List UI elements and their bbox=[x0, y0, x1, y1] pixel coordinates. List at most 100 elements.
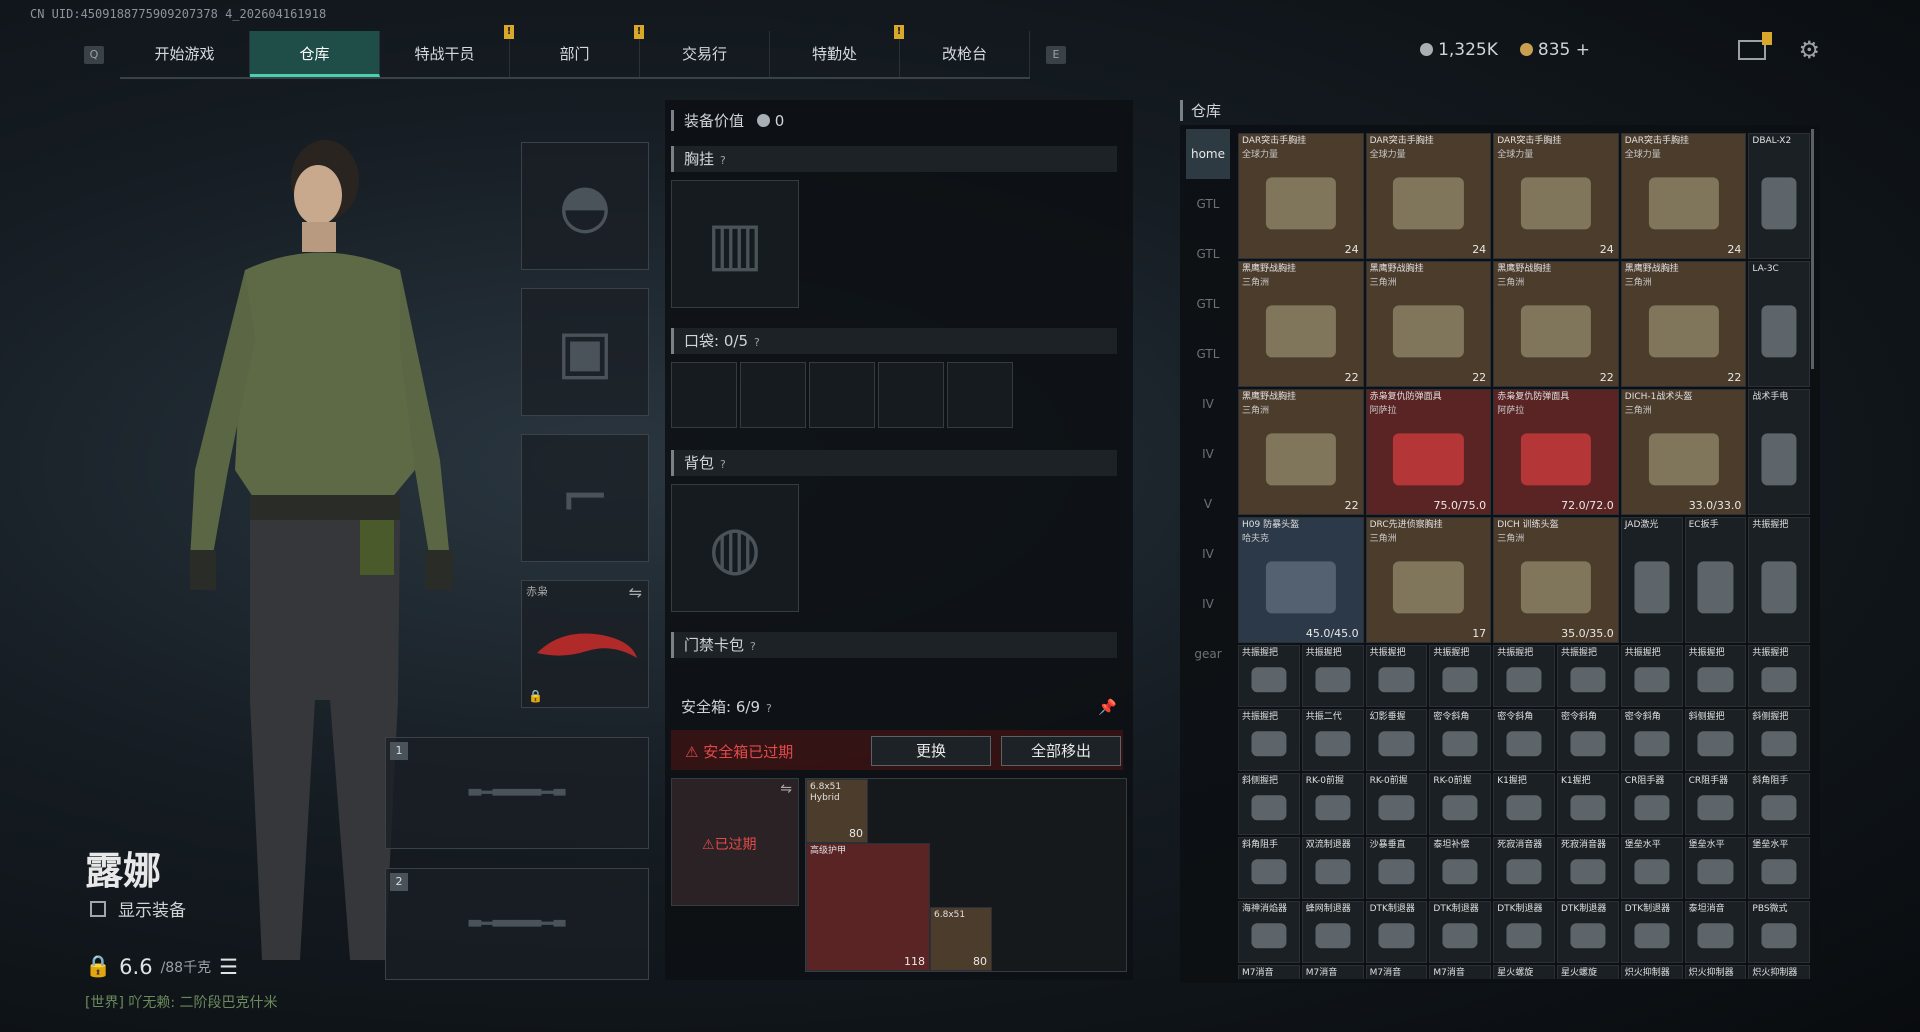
swap-icon[interactable]: ⇋ bbox=[780, 781, 792, 797]
warehouse-item[interactable]: 共振握把 bbox=[1620, 645, 1683, 707]
warehouse-item[interactable]: RK-0前握 bbox=[1429, 773, 1492, 835]
warehouse-item[interactable]: RK-0前握 bbox=[1365, 773, 1428, 835]
backpack-slot[interactable]: ◍ bbox=[671, 484, 799, 612]
pocket-slot[interactable] bbox=[740, 362, 806, 428]
remove-all-button[interactable]: 全部移出 bbox=[1001, 736, 1121, 766]
warehouse-tab-3[interactable]: GTL bbox=[1186, 279, 1230, 329]
swap-icon[interactable]: ⇋ bbox=[629, 583, 642, 602]
warehouse-item[interactable]: CR阻手器 bbox=[1620, 773, 1683, 835]
safe-box-slot[interactable]: ⚠已过期 ⇋ bbox=[671, 778, 799, 906]
replace-button[interactable]: 更换 bbox=[871, 736, 991, 766]
gear-icon[interactable]: ⚙ bbox=[1798, 36, 1820, 64]
warehouse-item[interactable]: 斜角阻手 bbox=[1748, 773, 1811, 835]
warehouse-item[interactable]: DAR突击手胸挂 全球力量 24 bbox=[1365, 133, 1492, 259]
warehouse-item[interactable]: 共振握把 bbox=[1301, 645, 1364, 707]
warehouse-item[interactable]: 死寂消音器 bbox=[1557, 837, 1619, 899]
warehouse-item[interactable]: RK-0前握 bbox=[1301, 773, 1364, 835]
warehouse-item[interactable]: 泰坦补偿 bbox=[1429, 837, 1492, 899]
warehouse-item[interactable]: 斜侧握把 bbox=[1684, 709, 1747, 771]
warehouse-tab-10[interactable]: gear bbox=[1186, 629, 1230, 679]
warehouse-item[interactable]: K1握把 bbox=[1493, 773, 1555, 835]
warehouse-item[interactable]: DBAL-X2 bbox=[1748, 133, 1811, 259]
warehouse-item[interactable]: 双流制退器 bbox=[1301, 837, 1364, 899]
warehouse-item[interactable]: 星火螺旋 bbox=[1557, 965, 1619, 979]
melee-slot[interactable]: 赤枭 ⇋ 🔒 bbox=[521, 580, 649, 708]
warehouse-item[interactable]: 幻影垂握 bbox=[1365, 709, 1428, 771]
warehouse-item[interactable]: 共振握把 bbox=[1748, 517, 1811, 643]
next-tab-key[interactable]: E bbox=[1046, 46, 1066, 64]
warehouse-item[interactable]: 共振握把 bbox=[1493, 645, 1555, 707]
warehouse-item[interactable]: 海神消焰器 bbox=[1238, 901, 1300, 963]
warehouse-item[interactable]: 炽火抑制器 bbox=[1620, 965, 1683, 979]
warehouse-tab-8[interactable]: IV bbox=[1186, 529, 1230, 579]
warehouse-tab-1[interactable]: GTL bbox=[1186, 179, 1230, 229]
warehouse-item[interactable]: DAR突击手胸挂 全球力量 24 bbox=[1620, 133, 1747, 259]
warehouse-tab-7[interactable]: V bbox=[1186, 479, 1230, 529]
pocket-slot[interactable] bbox=[947, 362, 1013, 428]
tab-special-ops[interactable]: 特勤处! bbox=[770, 25, 904, 77]
warehouse-item[interactable]: K1握把 bbox=[1557, 773, 1619, 835]
warehouse-tab-6[interactable]: IV bbox=[1186, 429, 1230, 479]
armor-slot[interactable]: ▣ bbox=[521, 288, 649, 416]
warehouse-item[interactable]: 泰坦消音 bbox=[1684, 901, 1747, 963]
warehouse-item[interactable]: DICH-1战术头盔 三角洲 33.0/33.0 bbox=[1620, 389, 1747, 515]
warehouse-item[interactable]: M7消音 bbox=[1301, 965, 1364, 979]
warehouse-item[interactable]: DTK制退器 bbox=[1620, 901, 1683, 963]
tab-gunsmith[interactable]: 改枪台 bbox=[900, 31, 1030, 77]
warehouse-item[interactable]: 蜂网制退器 bbox=[1301, 901, 1364, 963]
pistol-slot[interactable]: ⌐ bbox=[521, 434, 649, 562]
warehouse-item[interactable]: 斜侧握把 bbox=[1748, 709, 1811, 771]
warehouse-item[interactable]: 战术手电 bbox=[1748, 389, 1811, 515]
warehouse-item[interactable]: DTK制退器 bbox=[1557, 901, 1619, 963]
warehouse-item[interactable]: 密令斜角 bbox=[1557, 709, 1619, 771]
warehouse-item[interactable]: 共振握把 bbox=[1429, 645, 1492, 707]
pin-icon[interactable]: 📌 bbox=[1098, 692, 1117, 722]
warehouse-item[interactable]: 共振握把 bbox=[1557, 645, 1619, 707]
tab-warehouse[interactable]: 仓库 bbox=[250, 31, 380, 77]
helmet-slot[interactable]: ◓ bbox=[521, 142, 649, 270]
show-equipment-checkbox[interactable] bbox=[90, 900, 106, 917]
warehouse-item[interactable]: LA-3C bbox=[1748, 261, 1811, 387]
warehouse-scrollbar[interactable] bbox=[1811, 129, 1814, 369]
warehouse-tab-4[interactable]: GTL bbox=[1186, 329, 1230, 379]
warehouse-item[interactable]: JAD激光 bbox=[1620, 517, 1683, 643]
warehouse-item[interactable]: 密令斜角 bbox=[1429, 709, 1492, 771]
warehouse-tab-2[interactable]: GTL bbox=[1186, 229, 1230, 279]
tab-start-game[interactable]: 开始游戏 bbox=[120, 31, 250, 77]
warehouse-item[interactable]: M7消音 bbox=[1238, 965, 1300, 979]
warehouse-item[interactable]: 共振二代 bbox=[1301, 709, 1364, 771]
warehouse-item[interactable]: H09 防暴头盔 哈夫克 45.0/45.0 bbox=[1238, 517, 1364, 643]
warehouse-item[interactable]: 黑鹰野战胸挂 三角洲 22 bbox=[1238, 261, 1364, 387]
warehouse-item[interactable]: EC扳手 bbox=[1684, 517, 1747, 643]
warehouse-item[interactable]: 斜侧握把 bbox=[1238, 773, 1300, 835]
help-icon[interactable]: ? bbox=[754, 330, 760, 356]
warehouse-item[interactable]: 共振握把 bbox=[1748, 645, 1811, 707]
warehouse-item[interactable]: 炽火抑制器 bbox=[1684, 965, 1747, 979]
mail-icon[interactable] bbox=[1738, 32, 1773, 60]
help-icon[interactable]: ? bbox=[766, 694, 772, 724]
warehouse-item[interactable]: 沙暴垂直 bbox=[1365, 837, 1428, 899]
list-icon[interactable]: ☰ bbox=[219, 955, 238, 979]
primary-weapon-slot[interactable]: 1 ╾━━╼ bbox=[385, 737, 649, 849]
warehouse-item[interactable]: 黑鹰野战胸挂 三角洲 22 bbox=[1493, 261, 1619, 387]
warehouse-item[interactable]: CR阻手器 bbox=[1684, 773, 1747, 835]
warehouse-item[interactable]: 共振握把 bbox=[1365, 645, 1428, 707]
warehouse-item[interactable]: 黑鹰野战胸挂 三角洲 22 bbox=[1365, 261, 1492, 387]
warehouse-item[interactable]: M7消音 bbox=[1429, 965, 1492, 979]
secondary-weapon-slot[interactable]: 2 ╾━━╼ bbox=[385, 868, 649, 980]
safe-item[interactable]: 6.8x51 80 bbox=[930, 907, 992, 971]
warehouse-item[interactable]: DTK制退器 bbox=[1429, 901, 1492, 963]
warehouse-item[interactable]: 共振握把 bbox=[1238, 709, 1300, 771]
warehouse-item[interactable]: M7消音 bbox=[1365, 965, 1428, 979]
safe-item[interactable]: 6.8x51 Hybrid 80 bbox=[806, 779, 868, 843]
tab-department[interactable]: 部门! bbox=[510, 25, 644, 77]
warehouse-item[interactable]: DTK制退器 bbox=[1365, 901, 1428, 963]
warehouse-item[interactable]: 共振握把 bbox=[1238, 645, 1300, 707]
warehouse-item[interactable]: 赤枭复仇防弹面具 阿萨拉 72.0/72.0 bbox=[1493, 389, 1619, 515]
tab-operators[interactable]: 特战干员! bbox=[380, 25, 514, 77]
warehouse-item[interactable]: PBS微式 bbox=[1748, 901, 1811, 963]
chest-rig-slot[interactable]: ▥ bbox=[671, 180, 799, 308]
warehouse-item[interactable]: 堡垒水平 bbox=[1748, 837, 1811, 899]
warehouse-item[interactable]: 炽火抑制器 bbox=[1748, 965, 1811, 979]
warehouse-item[interactable]: 共振握把 bbox=[1684, 645, 1747, 707]
